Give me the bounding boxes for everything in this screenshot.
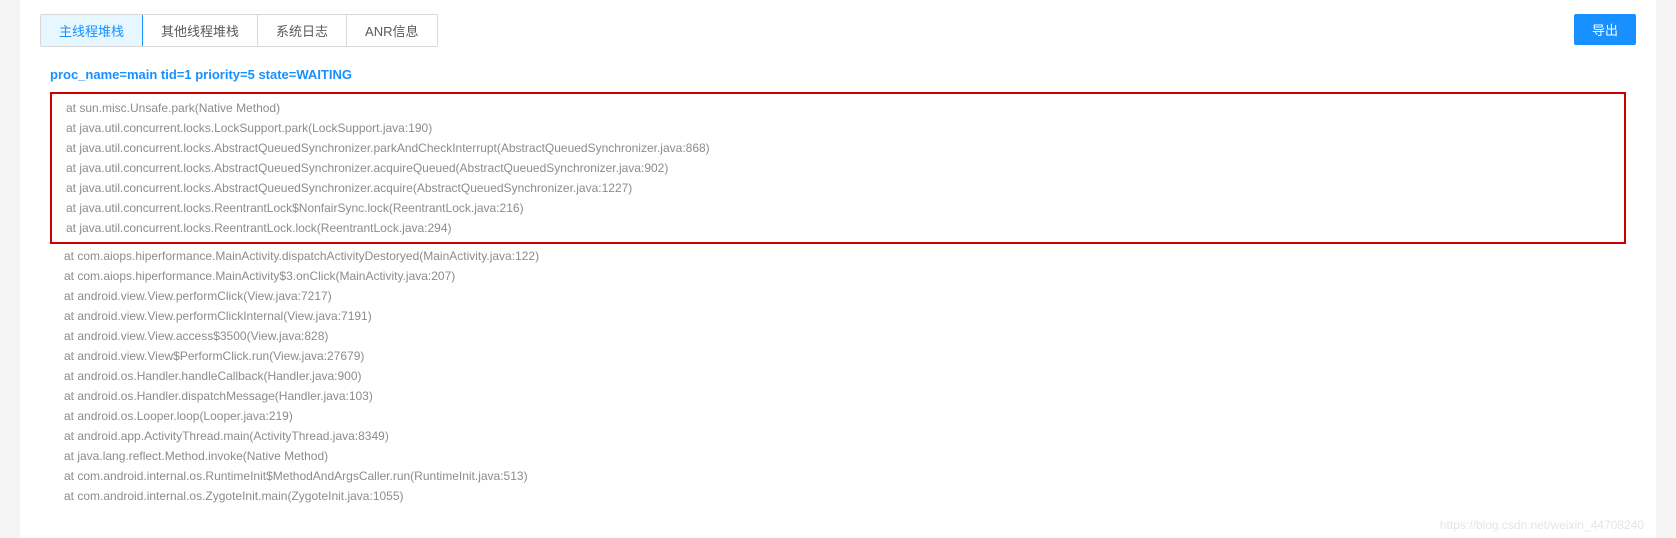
trace-line: at android.os.Handler.dispatchMessage(Ha… [50, 386, 1626, 406]
tab-anr-info[interactable]: ANR信息 [347, 15, 436, 46]
tab-other-thread-stack[interactable]: 其他线程堆栈 [143, 15, 258, 46]
tab-main-thread-stack[interactable]: 主线程堆栈 [41, 15, 143, 46]
watermark: https://blog.csdn.net/weixin_44708240 [1440, 518, 1644, 532]
export-button[interactable]: 导出 [1574, 14, 1636, 45]
trace-line: at java.util.concurrent.locks.AbstractQu… [52, 158, 1624, 178]
trace-line: at com.aiops.hiperformance.MainActivity.… [50, 246, 1626, 266]
trace-line: at java.util.concurrent.locks.ReentrantL… [52, 198, 1624, 218]
trace-line: at java.lang.reflect.Method.invoke(Nativ… [50, 446, 1626, 466]
tab-bar: 主线程堆栈 其他线程堆栈 系统日志 ANR信息 [40, 14, 438, 47]
thread-header: proc_name=main tid=1 priority=5 state=WA… [50, 67, 1626, 82]
highlighted-trace-box: at sun.misc.Unsafe.park(Native Method) a… [50, 92, 1626, 244]
top-row: 主线程堆栈 其他线程堆栈 系统日志 ANR信息 导出 [40, 14, 1636, 47]
trace-line: at java.util.concurrent.locks.AbstractQu… [52, 138, 1624, 158]
content-area: proc_name=main tid=1 priority=5 state=WA… [40, 67, 1636, 506]
trace-line: at java.util.concurrent.locks.LockSuppor… [52, 118, 1624, 138]
trace-line: at android.view.View.access$3500(View.ja… [50, 326, 1626, 346]
trace-line: at android.view.View.performClick(View.j… [50, 286, 1626, 306]
trace-line: at android.os.Looper.loop(Looper.java:21… [50, 406, 1626, 426]
trace-line: at com.android.internal.os.RuntimeInit$M… [50, 466, 1626, 486]
trace-line: at com.aiops.hiperformance.MainActivity$… [50, 266, 1626, 286]
trace-line: at android.view.View.performClickInterna… [50, 306, 1626, 326]
trace-line: at android.app.ActivityThread.main(Activ… [50, 426, 1626, 446]
page-container: 主线程堆栈 其他线程堆栈 系统日志 ANR信息 导出 proc_name=mai… [20, 0, 1656, 538]
trace-line: at android.os.Handler.handleCallback(Han… [50, 366, 1626, 386]
trace-line: at sun.misc.Unsafe.park(Native Method) [52, 98, 1624, 118]
trace-line: at com.android.internal.os.ZygoteInit.ma… [50, 486, 1626, 506]
tab-system-log[interactable]: 系统日志 [258, 15, 347, 46]
trace-line: at java.util.concurrent.locks.AbstractQu… [52, 178, 1624, 198]
trace-line: at android.view.View$PerformClick.run(Vi… [50, 346, 1626, 366]
trace-line: at java.util.concurrent.locks.ReentrantL… [52, 218, 1624, 238]
